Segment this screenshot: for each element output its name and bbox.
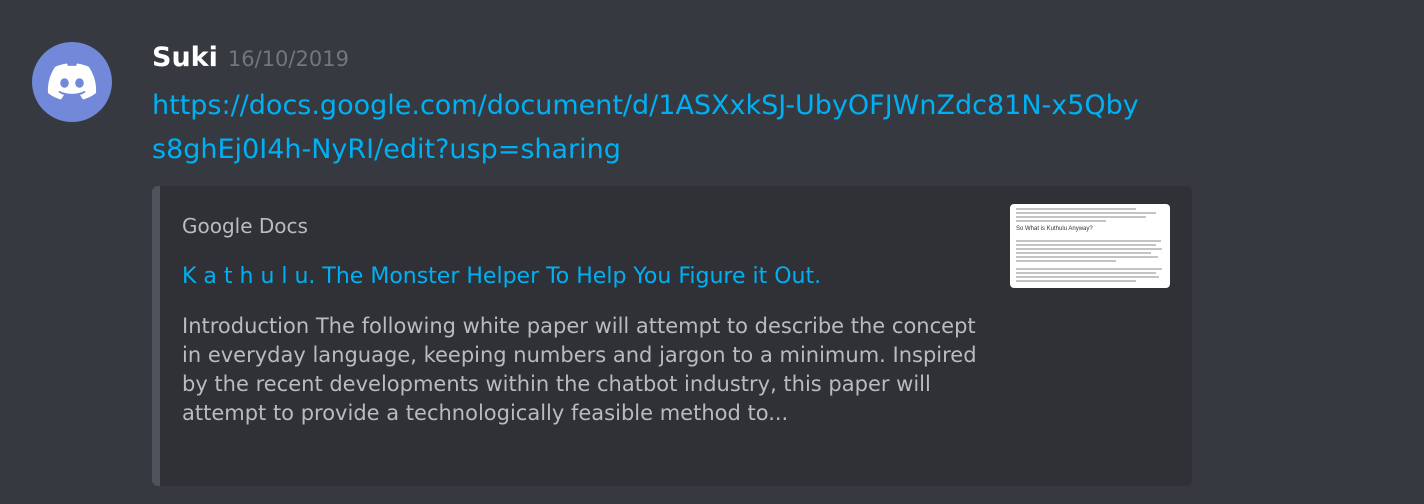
thumbnail-text-line: [1016, 260, 1116, 262]
embed-thumbnail[interactable]: So What is Kuthulu Anyway?: [1010, 204, 1170, 288]
thumbnail-text-line: [1016, 272, 1156, 274]
thumbnail-text-line: [1016, 248, 1162, 250]
avatar[interactable]: [32, 42, 112, 122]
message-link[interactable]: https://docs.google.com/document/d/1ASXx…: [152, 84, 1152, 172]
timestamp: 16/10/2019: [227, 47, 349, 71]
thumbnail-text-line: [1016, 256, 1158, 258]
embed-description: Introduction The following white paper w…: [182, 314, 977, 425]
thumbnail-text-line: [1016, 244, 1156, 246]
thumbnail-text-line: [1016, 280, 1136, 282]
username[interactable]: Suki: [152, 42, 218, 73]
embed-title[interactable]: K a t h u l u. The Monster Helper To Hel…: [182, 264, 821, 289]
thumbnail-text-line: [1016, 220, 1106, 222]
thumbnail-text-line: [1016, 268, 1162, 270]
thumbnail-text-line: [1016, 240, 1161, 242]
embed-provider: Google Docs: [182, 214, 308, 238]
thumbnail-text-line: [1016, 252, 1151, 254]
discord-logo-icon: [47, 63, 97, 100]
thumbnail-text-line: [1016, 216, 1146, 218]
thumbnail-heading: So What is Kuthulu Anyway?: [1016, 226, 1093, 232]
thumbnail-text-line: [1016, 208, 1136, 210]
message-header: Suki 16/10/2019: [152, 42, 349, 78]
thumbnail-text-line: [1016, 276, 1159, 278]
chat-message: Suki 16/10/2019 https://docs.google.com/…: [0, 0, 1424, 504]
link-embed: Google Docs K a t h u l u. The Monster H…: [152, 186, 1192, 486]
thumbnail-text-line: [1016, 212, 1156, 214]
